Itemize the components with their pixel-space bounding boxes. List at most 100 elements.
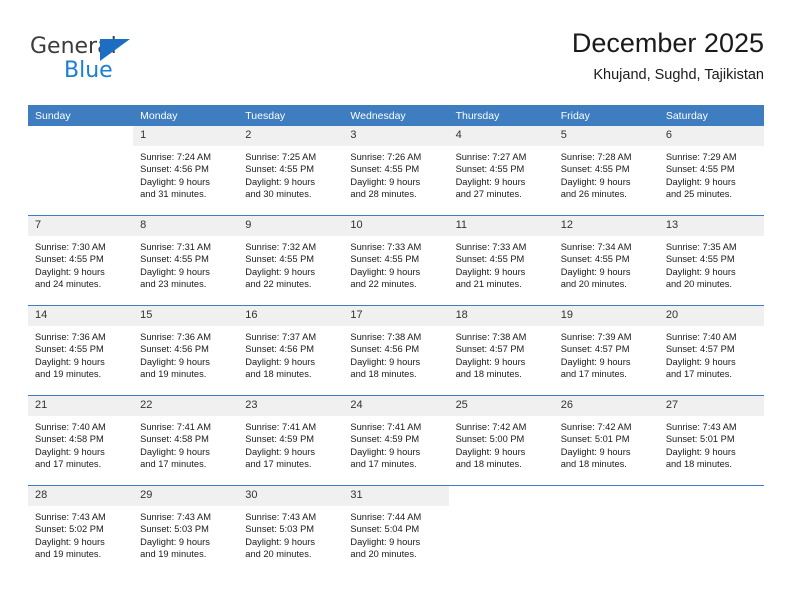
day-number: 15	[133, 306, 239, 326]
day-cell[interactable]: 17 Sunrise: 7:38 AM Sunset: 4:56 PM Dayl…	[343, 305, 449, 396]
day-cell[interactable]: 10 Sunrise: 7:33 AM Sunset: 4:55 PM Dayl…	[343, 215, 449, 306]
day-cell[interactable]: 5 Sunrise: 7:28 AM Sunset: 4:55 PM Dayli…	[553, 126, 659, 216]
day-cell[interactable]: 26 Sunrise: 7:42 AM Sunset: 5:01 PM Dayl…	[553, 395, 659, 486]
calendar-week-row: 7 Sunrise: 7:30 AM Sunset: 4:55 PM Dayli…	[28, 215, 764, 306]
sunrise-text: Sunrise: 7:27 AM	[455, 152, 527, 162]
day-cell[interactable]: 19 Sunrise: 7:39 AM Sunset: 4:57 PM Dayl…	[553, 305, 659, 396]
sunset-text: Sunset: 4:58 PM	[35, 434, 104, 445]
day-cell[interactable]: 8 Sunrise: 7:31 AM Sunset: 4:55 PM Dayli…	[133, 215, 239, 306]
day-cell[interactable]: 22 Sunrise: 7:41 AM Sunset: 4:58 PM Dayl…	[133, 395, 239, 486]
sunrise-text: Sunrise: 7:43 AM	[665, 422, 737, 432]
sunrise-text: Sunrise: 7:32 AM	[245, 242, 317, 252]
sunset-text: Sunset: 4:56 PM	[140, 164, 209, 175]
day-number: 12	[553, 216, 659, 236]
day-cell[interactable]: 20 Sunrise: 7:40 AM Sunset: 4:57 PM Dayl…	[658, 305, 764, 396]
day-cell[interactable]: 2 Sunrise: 7:25 AM Sunset: 4:55 PM Dayli…	[238, 126, 344, 216]
sunrise-text: Sunrise: 7:38 AM	[350, 332, 422, 342]
day-cell[interactable]: 11 Sunrise: 7:33 AM Sunset: 4:55 PM Dayl…	[448, 215, 554, 306]
day-details: Sunrise: 7:24 AM Sunset: 4:56 PM Dayligh…	[133, 146, 238, 200]
sunrise-text: Sunrise: 7:26 AM	[350, 152, 422, 162]
day-cell[interactable]: 15 Sunrise: 7:36 AM Sunset: 4:56 PM Dayl…	[133, 305, 239, 396]
sunrise-text: Sunrise: 7:30 AM	[35, 242, 106, 252]
day-cell[interactable]: 27 Sunrise: 7:43 AM Sunset: 5:01 PM Dayl…	[658, 395, 764, 486]
day-cell[interactable]: 25 Sunrise: 7:42 AM Sunset: 5:00 PM Dayl…	[448, 395, 554, 486]
day-cell[interactable]: 28 Sunrise: 7:43 AM Sunset: 5:02 PM Dayl…	[28, 485, 134, 575]
daylight-text-line1: Daylight: 9 hours	[140, 176, 210, 187]
day-details: Sunrise: 7:39 AM Sunset: 4:57 PM Dayligh…	[554, 326, 659, 380]
day-cell[interactable]: 12 Sunrise: 7:34 AM Sunset: 4:55 PM Dayl…	[553, 215, 659, 306]
sunset-text: Sunset: 4:55 PM	[455, 164, 525, 175]
day-number: 5	[553, 126, 659, 146]
sunset-text: Sunset: 4:56 PM	[350, 344, 420, 355]
daylight-text-line2: and 20 minutes.	[245, 548, 312, 559]
sunset-text: Sunset: 5:04 PM	[350, 524, 420, 535]
daylight-text-line2: and 22 minutes.	[245, 278, 312, 289]
day-number: 14	[28, 306, 134, 326]
sunset-text: Sunset: 4:55 PM	[35, 344, 104, 355]
daylight-text-line2: and 20 minutes.	[665, 278, 732, 289]
sunset-text: Sunset: 5:01 PM	[665, 434, 735, 445]
day-cell[interactable]: 18 Sunrise: 7:38 AM Sunset: 4:57 PM Dayl…	[448, 305, 554, 396]
weekday-header-thursday: Thursday	[448, 105, 554, 126]
day-details: Sunrise: 7:35 AM Sunset: 4:55 PM Dayligh…	[659, 236, 764, 290]
daylight-text-line2: and 24 minutes.	[35, 278, 102, 289]
daylight-text-line2: and 17 minutes.	[140, 458, 207, 469]
daylight-text-line2: and 19 minutes.	[140, 548, 207, 559]
day-number: 21	[28, 396, 134, 416]
calendar-table: Sunday Monday Tuesday Wednesday Thursday…	[28, 105, 764, 575]
day-number: 6	[658, 126, 764, 146]
daylight-text-line1: Daylight: 9 hours	[455, 356, 526, 367]
day-number: 1	[133, 126, 239, 146]
daylight-text-line2: and 18 minutes.	[350, 368, 417, 379]
day-details: Sunrise: 7:29 AM Sunset: 4:55 PM Dayligh…	[659, 146, 764, 200]
page-title: December 2025	[571, 28, 764, 58]
day-number: 30	[238, 486, 344, 506]
sunrise-text: Sunrise: 7:33 AM	[350, 242, 422, 252]
daylight-text-line1: Daylight: 9 hours	[455, 176, 526, 187]
day-cell[interactable]: 7 Sunrise: 7:30 AM Sunset: 4:55 PM Dayli…	[28, 215, 134, 306]
day-cell[interactable]: 21 Sunrise: 7:40 AM Sunset: 4:58 PM Dayl…	[28, 395, 134, 486]
sunrise-text: Sunrise: 7:37 AM	[245, 332, 317, 342]
daylight-text-line1: Daylight: 9 hours	[350, 176, 421, 187]
day-cell[interactable]: 4 Sunrise: 7:27 AM Sunset: 4:55 PM Dayli…	[448, 126, 554, 216]
day-number: 4	[448, 126, 554, 146]
day-cell[interactable]: 9 Sunrise: 7:32 AM Sunset: 4:55 PM Dayli…	[238, 215, 344, 306]
sunrise-text: Sunrise: 7:28 AM	[560, 152, 632, 162]
day-cell	[28, 126, 134, 216]
day-details: Sunrise: 7:42 AM Sunset: 5:00 PM Dayligh…	[449, 416, 554, 470]
daylight-text-line2: and 18 minutes.	[665, 458, 732, 469]
day-cell[interactable]: 30 Sunrise: 7:43 AM Sunset: 5:03 PM Dayl…	[238, 485, 344, 575]
title-block: December 2025 Khujand, Sughd, Tajikistan	[572, 26, 764, 85]
day-cell[interactable]: 6 Sunrise: 7:29 AM Sunset: 4:55 PM Dayli…	[658, 126, 764, 216]
day-cell[interactable]: 13 Sunrise: 7:35 AM Sunset: 4:55 PM Dayl…	[658, 215, 764, 306]
daylight-text-line2: and 21 minutes.	[455, 278, 522, 289]
day-cell[interactable]: 24 Sunrise: 7:41 AM Sunset: 4:59 PM Dayl…	[343, 395, 449, 486]
sunset-text: Sunset: 5:03 PM	[140, 524, 209, 535]
day-cell[interactable]: 3 Sunrise: 7:26 AM Sunset: 4:55 PM Dayli…	[343, 126, 449, 216]
day-number: 10	[343, 216, 449, 236]
day-cell[interactable]: 31 Sunrise: 7:44 AM Sunset: 5:04 PM Dayl…	[343, 485, 449, 575]
weekday-header-friday: Friday	[553, 105, 659, 126]
daylight-text-line1: Daylight: 9 hours	[560, 176, 631, 187]
day-number: 19	[553, 306, 659, 326]
sunrise-text: Sunrise: 7:39 AM	[560, 332, 632, 342]
day-cell[interactable]: 14 Sunrise: 7:36 AM Sunset: 4:55 PM Dayl…	[28, 305, 134, 396]
daylight-text-line1: Daylight: 9 hours	[245, 176, 316, 187]
daylight-text-line2: and 25 minutes.	[665, 188, 732, 199]
sunset-text: Sunset: 4:55 PM	[665, 164, 735, 175]
general-blue-logo[interactable]: General Blue	[30, 34, 200, 90]
day-number: 8	[133, 216, 239, 236]
sunrise-text: Sunrise: 7:43 AM	[140, 512, 211, 522]
daylight-text-line2: and 18 minutes.	[560, 458, 627, 469]
day-cell[interactable]: 29 Sunrise: 7:43 AM Sunset: 5:03 PM Dayl…	[133, 485, 239, 575]
day-cell[interactable]: 1 Sunrise: 7:24 AM Sunset: 4:56 PM Dayli…	[133, 126, 239, 216]
day-number: 28	[28, 486, 134, 506]
daylight-text-line1: Daylight: 9 hours	[140, 536, 210, 547]
daylight-text-line2: and 17 minutes.	[350, 458, 417, 469]
day-cell[interactable]: 23 Sunrise: 7:41 AM Sunset: 4:59 PM Dayl…	[238, 395, 344, 486]
day-details: Sunrise: 7:42 AM Sunset: 5:01 PM Dayligh…	[554, 416, 659, 470]
day-number: 18	[448, 306, 554, 326]
calendar-week-row: 21 Sunrise: 7:40 AM Sunset: 4:58 PM Dayl…	[28, 395, 764, 486]
sunset-text: Sunset: 5:01 PM	[560, 434, 630, 445]
day-cell[interactable]: 16 Sunrise: 7:37 AM Sunset: 4:56 PM Dayl…	[238, 305, 344, 396]
